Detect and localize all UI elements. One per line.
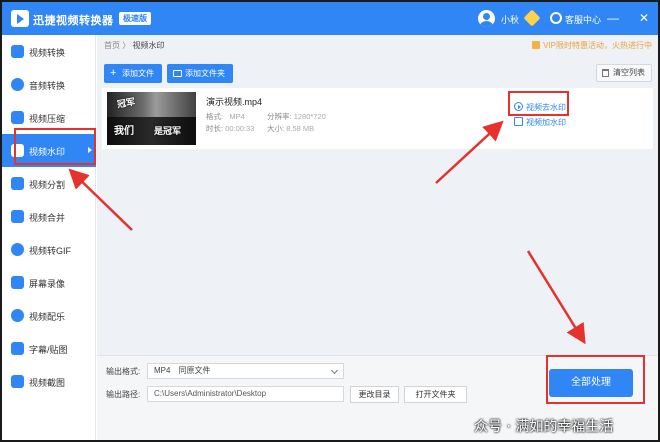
subtitle-sticker-icon xyxy=(11,342,24,355)
video-convert-icon xyxy=(11,45,24,58)
customer-service-label[interactable]: 客服中心 xyxy=(565,13,601,26)
chevron-down-icon xyxy=(330,366,339,375)
thumbnail-caption: 是冠军 xyxy=(154,126,182,136)
close-button[interactable]: ✕ xyxy=(637,11,651,25)
video-compress-icon xyxy=(11,111,24,124)
sidebar-item-label: 视频压缩 xyxy=(29,114,66,124)
duration-value: 00:00:33 xyxy=(225,124,255,133)
size-value: 8.58 MB xyxy=(286,124,315,133)
sidebar-item-label: 屏幕录像 xyxy=(29,279,66,289)
sidebar-item-label: 视频截图 xyxy=(29,378,66,388)
sidebar: 视频转换 音频转换 视频压缩 视频水印 视频分割 视频合并 视频转GIF 屏幕录… xyxy=(2,35,96,440)
gift-icon xyxy=(532,41,541,49)
duration-label: 时长: xyxy=(206,124,224,133)
duration-meta: 时长: 00:00:33 xyxy=(206,123,254,134)
output-format-select[interactable]: MP4 同原文件 xyxy=(147,363,344,379)
customer-service-icon[interactable] xyxy=(550,12,562,24)
format-value: MP4 xyxy=(229,112,245,121)
sidebar-item-label: 视频转换 xyxy=(29,48,66,58)
breadcrumb-current: 视频水印 xyxy=(132,41,165,50)
screen-record-icon xyxy=(11,276,24,289)
promo-text: VIP限时特惠活动，火热进行中 xyxy=(543,41,652,50)
add-folder-label: 添加文件夹 xyxy=(185,69,225,78)
sidebar-item-subtitle-sticker[interactable]: 字幕/贴图 xyxy=(2,332,96,365)
clear-list-label: 清空列表 xyxy=(613,68,645,77)
sidebar-item-label: 视频配乐 xyxy=(29,312,66,322)
add-file-button[interactable]: + 添加文件 xyxy=(104,64,162,83)
sidebar-item-video-split[interactable]: 视频分割 xyxy=(2,167,96,200)
audio-convert-icon xyxy=(11,78,24,91)
change-directory-button[interactable]: 更改目录 xyxy=(350,386,399,403)
format-meta: 格式: MP4 xyxy=(206,111,245,122)
size-meta: 大小: 8.58 MB xyxy=(267,123,314,134)
video-split-icon xyxy=(11,177,24,190)
sidebar-item-video-music[interactable]: 视频配乐 xyxy=(2,299,96,332)
edit-icon xyxy=(514,117,523,126)
promo-link[interactable]: VIP限时特惠活动，火热进行中 xyxy=(532,40,652,51)
edition-badge: 极速版 xyxy=(119,12,151,25)
minimize-button[interactable]: — xyxy=(606,11,620,25)
plus-icon: + xyxy=(110,67,117,79)
sidebar-item-video-merge[interactable]: 视频合并 xyxy=(2,200,96,233)
clear-list-button[interactable]: 清空列表 xyxy=(596,64,652,82)
sidebar-item-label: 音频转换 xyxy=(29,81,66,91)
output-format-value: MP4 xyxy=(154,366,171,375)
sidebar-item-audio-convert[interactable]: 音频转换 xyxy=(2,68,96,101)
sidebar-item-label: 字幕/贴图 xyxy=(29,345,68,355)
file-list-item[interactable]: 冠军 我们 是冠军 演示视频.mp4 格式: MP4 分辨率: 1280*720… xyxy=(102,88,653,149)
output-format-label: 输出格式: xyxy=(106,367,141,376)
thumbnail-caption: 我们 xyxy=(114,126,134,137)
video-screenshot-icon xyxy=(11,375,24,388)
breadcrumb-separator: 〉 xyxy=(122,41,131,50)
file-name: 演示视频.mp4 xyxy=(206,97,263,107)
folder-icon xyxy=(173,70,182,77)
resolution-value: 1280*720 xyxy=(293,112,326,121)
vip-diamond-icon[interactable] xyxy=(523,9,541,27)
output-path-label: 输出路径: xyxy=(106,390,141,399)
breadcrumb: 首页 〉 视频水印 xyxy=(104,40,164,51)
add-watermark-button[interactable]: 视频加水印 xyxy=(514,117,566,128)
sidebar-item-video-to-gif[interactable]: 视频转GIF xyxy=(2,233,96,266)
add-file-label: 添加文件 xyxy=(122,69,154,78)
format-label: 格式: xyxy=(206,112,224,121)
size-label: 大小: xyxy=(267,124,285,133)
annotation-highlight-box xyxy=(14,128,96,165)
title-bar: 迅捷视频转换器 极速版 小秋 客服中心 — ✕ xyxy=(2,2,658,35)
add-watermark-label: 视频加水印 xyxy=(526,118,566,127)
output-format-option: 同原文件 xyxy=(178,366,211,375)
user-avatar[interactable] xyxy=(478,10,495,27)
open-folder-button[interactable]: 打开文件夹 xyxy=(404,386,467,403)
video-thumbnail[interactable]: 冠军 我们 是冠军 xyxy=(107,92,196,145)
trash-icon xyxy=(602,69,609,77)
annotation-highlight-box xyxy=(546,355,645,404)
video-to-gif-icon xyxy=(11,243,24,256)
app-logo-icon xyxy=(11,10,29,27)
annotation-highlight-box xyxy=(508,91,569,116)
user-name[interactable]: 小秋 xyxy=(501,13,519,26)
output-path-field[interactable]: C:\Users\Administrator\Desktop xyxy=(147,386,344,402)
resolution-meta: 分辨率: 1280*720 xyxy=(267,111,326,122)
breadcrumb-home[interactable]: 首页 xyxy=(104,41,120,50)
watermark-text: 众号 · 满如的幸福生活 xyxy=(474,419,614,435)
sidebar-item-label: 视频分割 xyxy=(29,180,66,190)
sidebar-item-label: 视频合并 xyxy=(29,213,66,223)
app-title: 迅捷视频转换器 xyxy=(33,15,114,27)
resolution-label: 分辨率: xyxy=(267,112,292,121)
sidebar-item-screen-record[interactable]: 屏幕录像 xyxy=(2,266,96,299)
video-music-icon xyxy=(11,309,24,322)
sidebar-item-video-screenshot[interactable]: 视频截图 xyxy=(2,365,96,398)
sidebar-item-label: 视频转GIF xyxy=(29,246,71,256)
video-merge-icon xyxy=(11,210,24,223)
add-folder-button[interactable]: 添加文件夹 xyxy=(167,64,233,83)
sidebar-item-video-convert[interactable]: 视频转换 xyxy=(2,35,96,68)
